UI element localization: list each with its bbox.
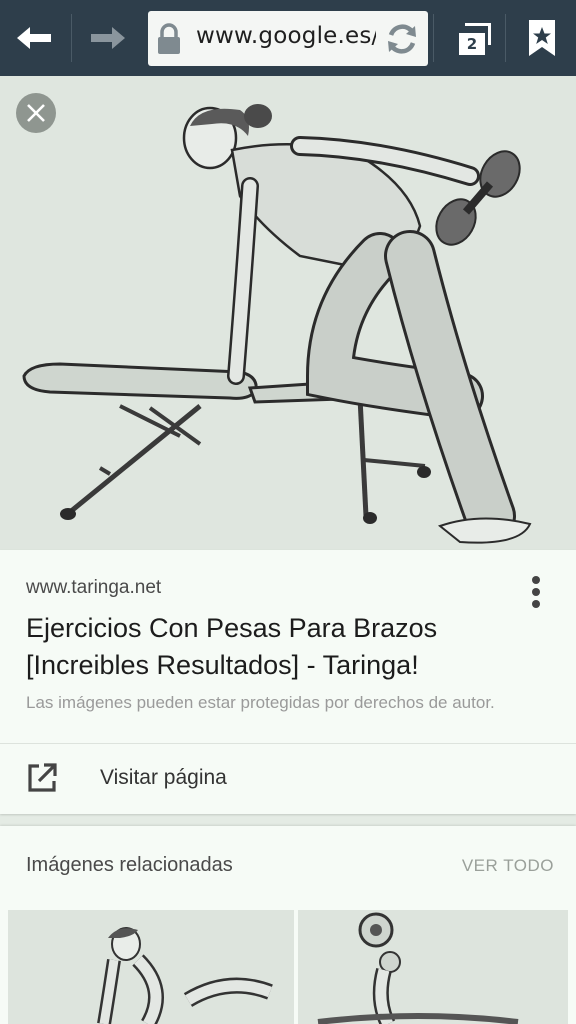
- exercise-photo: [0, 76, 576, 550]
- more-vertical-icon: [532, 576, 540, 584]
- related-images-section: Imágenes relacionadas VER TODO: [0, 826, 576, 1024]
- bookmark-star-icon: [529, 20, 555, 56]
- tabs-button[interactable]: 2: [440, 0, 504, 76]
- tab-count: 2: [459, 33, 485, 55]
- visit-page-label: Visitar página: [100, 766, 227, 789]
- related-image-1: [8, 910, 294, 1024]
- close-button[interactable]: [16, 93, 56, 133]
- view-all-button[interactable]: VER TODO: [462, 856, 554, 876]
- related-image-thumbnail[interactable]: [8, 910, 294, 1024]
- related-image-2: [298, 910, 568, 1024]
- image-preview[interactable]: [0, 76, 576, 550]
- reload-icon[interactable]: [384, 21, 420, 57]
- toolbar-divider: [505, 14, 506, 62]
- result-card: www.taringa.net Ejercicios Con Pesas Par…: [0, 550, 576, 814]
- toolbar-divider: [433, 14, 434, 62]
- more-vertical-icon-dot: [532, 588, 540, 596]
- close-icon: [27, 104, 45, 122]
- url-text: www.google.es/: [196, 23, 376, 49]
- address-bar[interactable]: www.google.es/: [148, 11, 428, 66]
- forward-arrow-icon: [91, 27, 125, 49]
- result-title[interactable]: Ejercicios Con Pesas Para Brazos [Increi…: [26, 610, 546, 684]
- related-image-thumbnail[interactable]: [298, 910, 568, 1024]
- result-domain[interactable]: www.taringa.net: [26, 577, 161, 599]
- visit-page-button[interactable]: Visitar página: [0, 744, 576, 814]
- related-images-title: Imágenes relacionadas: [26, 854, 233, 876]
- copyright-note: Las imágenes pueden estar protegidas por…: [26, 693, 495, 712]
- open-external-icon: [28, 763, 57, 792]
- browser-toolbar: www.google.es/ 2: [0, 0, 576, 76]
- lock-icon: [158, 23, 180, 54]
- back-arrow-icon: [17, 27, 51, 49]
- more-vertical-icon-dot: [532, 600, 540, 608]
- back-button[interactable]: [0, 0, 70, 76]
- more-options-button[interactable]: [524, 572, 548, 612]
- forward-button[interactable]: [72, 0, 142, 76]
- bookmark-button[interactable]: [508, 0, 576, 76]
- tabs-icon: 2: [447, 16, 497, 60]
